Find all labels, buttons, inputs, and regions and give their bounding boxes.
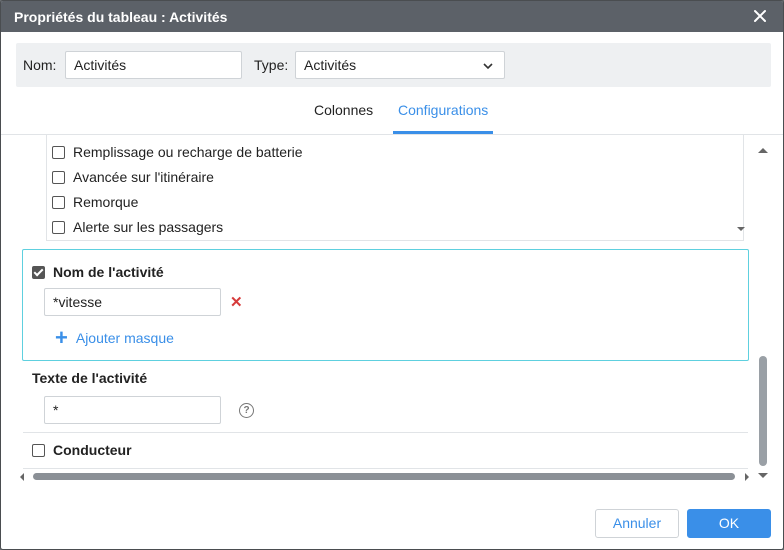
- mask-input[interactable]: *vitesse: [44, 288, 221, 316]
- horizontal-scrollbar-thumb[interactable]: [33, 473, 735, 480]
- checkbox[interactable]: [52, 195, 65, 209]
- section-title: Conducteur: [53, 442, 132, 458]
- checkbox-checked[interactable]: [32, 265, 45, 279]
- list-item-label: Remplissage ou recharge de batterie: [73, 144, 303, 160]
- activity-name-section: Nom de l'activité *vitesse ✕ + Ajouter m…: [22, 249, 749, 361]
- tab-configurations[interactable]: Configurations: [398, 102, 488, 118]
- type-label: Type:: [254, 57, 289, 73]
- scroll-up-icon[interactable]: [757, 146, 769, 155]
- plus-icon: +: [55, 325, 68, 350]
- ok-button[interactable]: OK: [687, 509, 771, 538]
- dialog-titlebar: Propriétés du tableau : Activités: [1, 1, 783, 32]
- tab-bar: Colonnes Configurations: [1, 101, 783, 135]
- event-type-list: Remplissage ou recharge de batterie Avan…: [46, 135, 746, 240]
- checkbox[interactable]: [52, 145, 65, 159]
- name-label: Nom:: [23, 57, 57, 73]
- activity-name-toggle[interactable]: Nom de l'activité: [32, 262, 164, 282]
- vertical-scrollbar-thumb[interactable]: [759, 356, 767, 466]
- list-item-label: Avancée sur l'itinéraire: [73, 169, 214, 185]
- divider: [23, 468, 748, 469]
- add-mask-label: Ajouter masque: [75, 330, 174, 346]
- tab-colonnes[interactable]: Colonnes: [314, 102, 373, 118]
- activity-text-input[interactable]: *: [44, 396, 221, 424]
- type-select[interactable]: Activités: [295, 51, 505, 79]
- activity-text-title: Texte de l'activité: [32, 370, 148, 386]
- scroll-left-icon[interactable]: [18, 472, 26, 482]
- list-item-label: Alerte sur les passagers: [73, 219, 224, 235]
- list-item[interactable]: Avancée sur l'itinéraire: [52, 167, 214, 187]
- name-type-bar: Nom: Type: Activités: [16, 43, 771, 87]
- list-border: [46, 240, 744, 241]
- list-scroll-down-icon[interactable]: [736, 225, 746, 233]
- section-title: Nom de l'activité: [53, 264, 164, 280]
- list-item-label: Remorque: [73, 194, 139, 210]
- driver-toggle[interactable]: Conducteur: [32, 440, 132, 460]
- checkbox[interactable]: [32, 443, 45, 457]
- table-properties-dialog: Propriétés du tableau : Activités Nom: T…: [0, 0, 784, 550]
- scroll-right-icon[interactable]: [743, 472, 751, 482]
- checkbox[interactable]: [52, 170, 65, 184]
- chevron-down-icon: [483, 63, 493, 70]
- checkbox[interactable]: [52, 220, 65, 234]
- close-icon[interactable]: [751, 7, 769, 25]
- help-icon[interactable]: ?: [239, 403, 254, 418]
- remove-mask-icon[interactable]: ✕: [230, 293, 243, 311]
- name-input[interactable]: [65, 51, 242, 79]
- type-select-value: Activités: [304, 57, 357, 73]
- dialog-title: Propriétés du tableau : Activités: [14, 9, 228, 25]
- cancel-button[interactable]: Annuler: [595, 509, 679, 538]
- scroll-down-icon[interactable]: [757, 471, 769, 480]
- list-item[interactable]: Alerte sur les passagers: [52, 217, 223, 237]
- settings-content: Remplissage ou recharge de batterie Avan…: [16, 135, 771, 485]
- list-item[interactable]: Remplissage ou recharge de batterie: [52, 142, 303, 162]
- add-mask-button[interactable]: + Ajouter masque: [55, 325, 174, 350]
- list-item[interactable]: Remorque: [52, 192, 138, 212]
- divider: [23, 432, 748, 433]
